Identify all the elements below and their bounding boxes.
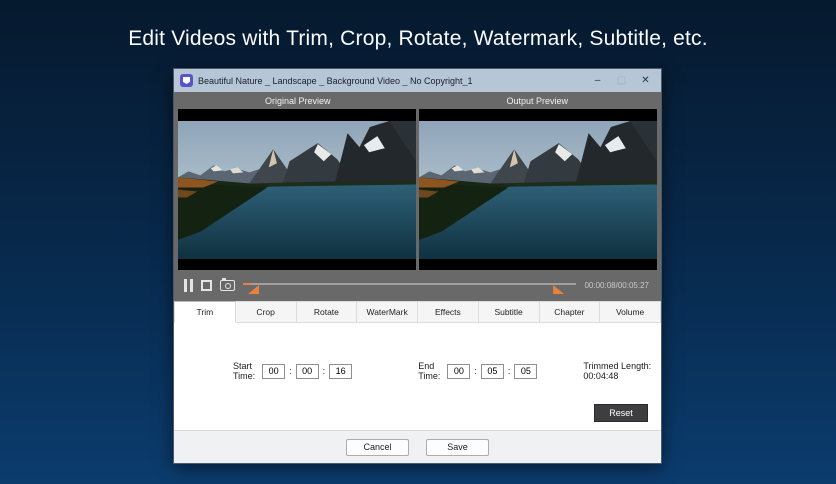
cancel-button[interactable]: Cancel [346,438,409,456]
start-minutes-field[interactable] [295,363,319,379]
tab-bar: Trim Crop Rotate WaterMark Effects Subti… [174,301,661,323]
save-button[interactable]: Save [426,438,489,456]
window-titlebar[interactable]: Beautiful Nature _ Landscape _ Backgroun… [174,69,661,92]
original-preview-video [178,109,416,270]
app-icon [180,74,193,87]
slider-track[interactable] [243,283,577,285]
trim-end-marker[interactable] [553,285,565,294]
tab-crop[interactable]: Crop [235,301,297,323]
output-preview-video [419,109,657,270]
start-seconds-field[interactable] [329,363,353,379]
reset-button[interactable]: Reset [594,404,648,422]
pause-icon[interactable] [184,279,193,292]
start-time-group: Start Time: : : [233,361,353,381]
maximize-button[interactable]: ▢ [612,69,631,92]
colon-separator: : [322,366,326,376]
tab-volume[interactable]: Volume [600,301,661,323]
trim-start-marker[interactable] [248,285,259,294]
page-title: Edit Videos with Trim, Crop, Rotate, Wat… [128,27,708,50]
end-time-label: End Time: [418,361,441,381]
start-time-label: Start Time: [233,361,256,381]
snapshot-camera-icon[interactable] [220,278,235,291]
end-time-group: End Time: : : [418,361,538,381]
close-button[interactable]: ✕ [636,69,655,92]
tab-trim[interactable]: Trim [174,301,236,323]
end-seconds-field[interactable] [514,363,538,379]
colon-separator: : [507,366,511,376]
tab-chapter[interactable]: Chapter [539,301,601,323]
tab-rotate[interactable]: Rotate [296,301,358,323]
time-display: 00:00:08/00:05:27 [584,281,649,290]
trimmed-length: Trimmed Length: 00:04:48 [583,361,661,381]
trimmed-length-label: Trimmed Length: [583,361,652,371]
seek-slider[interactable] [243,270,577,301]
window-title: Beautiful Nature _ Landscape _ Backgroun… [198,75,473,86]
colon-separator: : [289,366,292,376]
tab-watermark[interactable]: WaterMark [357,301,418,323]
dialog-footer: Cancel Save [174,430,661,463]
progress-fill [243,283,251,285]
tab-subtitle[interactable]: Subtitle [478,301,540,323]
trim-panel: Start Time: : : End Time: : : Trimmed Le… [174,323,661,430]
original-preview-label: Original Preview [264,96,331,106]
end-hours-field[interactable] [447,363,471,379]
output-preview-label: Output Preview [506,96,569,106]
start-hours-field[interactable] [262,363,286,379]
editor-window: Beautiful Nature _ Landscape _ Backgroun… [173,68,662,464]
preview-section: Original Preview Output Preview 00:00:08… [174,92,661,301]
trimmed-length-value: 00:04:48 [583,371,619,381]
tab-effects[interactable]: Effects [418,301,479,323]
end-minutes-field[interactable] [480,363,504,379]
stop-icon[interactable] [201,280,212,291]
minimize-button[interactable]: – [588,69,607,92]
colon-separator: : [474,366,477,376]
playback-controls: 00:00:08/00:05:27 [178,270,657,301]
